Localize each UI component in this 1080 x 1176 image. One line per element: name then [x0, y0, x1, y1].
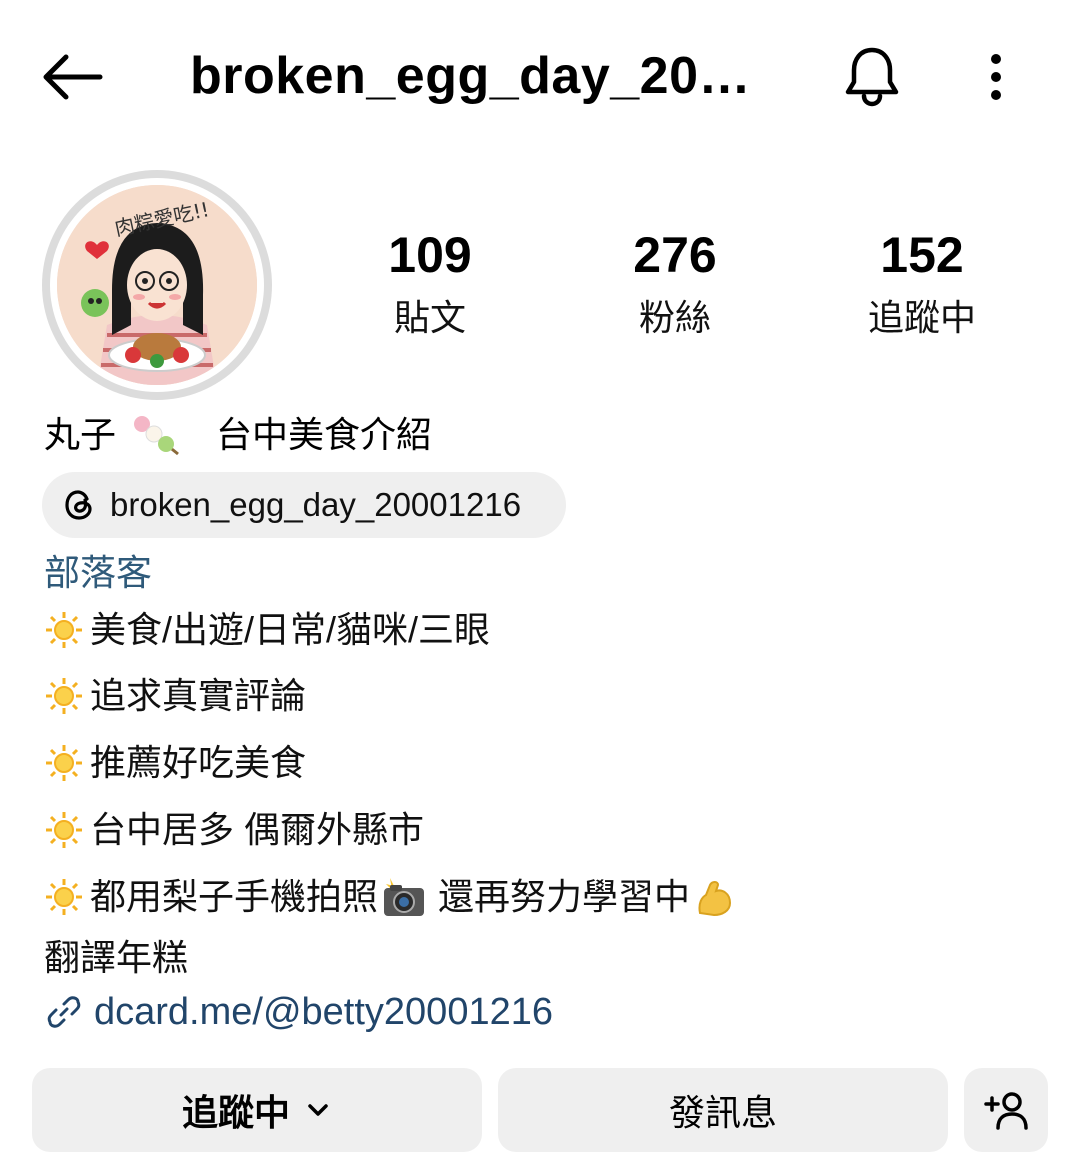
bio-text-3: 推薦好吃美食 — [90, 742, 307, 783]
followers-count: 276 — [633, 227, 717, 283]
stat-posts[interactable]: 109 貼文 — [330, 220, 530, 346]
following-button[interactable]: 追蹤中 — [32, 1068, 482, 1152]
flexed-biceps-emoji — [698, 881, 732, 917]
bio-line-3: 推薦好吃美食 — [44, 735, 306, 791]
sun-emoji — [46, 678, 82, 714]
bio-line-1: 美食/出遊/日常/貓咪/三眼 — [44, 602, 490, 658]
chevron-down-icon — [308, 1104, 328, 1116]
posts-label: 貼文 — [393, 297, 466, 338]
profile-avatar[interactable]: 肉粽愛吃!! — [42, 170, 272, 400]
more-vertical-icon — [991, 54, 1001, 100]
link-icon — [47, 996, 81, 1028]
back-button[interactable] — [40, 44, 106, 110]
profile-link[interactable]: dcard.me/@betty20001216 — [44, 984, 553, 1040]
following-label: 追蹤中 — [867, 297, 976, 338]
avatar-illustration: 肉粽愛吃!! — [57, 185, 257, 385]
threads-icon — [62, 487, 98, 523]
bio-extra-line: 翻譯年糕 — [44, 930, 188, 986]
sun-emoji — [46, 879, 82, 915]
profile-category: 部落客 — [44, 552, 153, 593]
profile-name: 丸子 — [44, 414, 117, 455]
threads-badge[interactable]: broken_egg_day_20001216 — [42, 472, 566, 538]
followers-label: 粉絲 — [638, 297, 711, 338]
profile-name-suffix: 台中美食介紹 — [216, 414, 433, 455]
camera-flash-emoji — [384, 878, 425, 916]
avatar-border: 肉粽愛吃!! — [50, 178, 264, 392]
more-options-button[interactable] — [966, 44, 1026, 110]
bio-text-4: 台中居多 偶爾外縣市 — [90, 809, 425, 850]
bio-text-6: 還再努力學習中 — [438, 876, 691, 917]
profile-link-text: dcard.me/@betty20001216 — [94, 991, 553, 1033]
bio-text-1: 美食/出遊/日常/貓咪/三眼 — [90, 609, 491, 650]
message-button[interactable]: 發訊息 — [498, 1068, 948, 1152]
bio-line-4: 台中居多 偶爾外縣市 — [44, 802, 424, 858]
top-bar: broken_egg_day_20… — [0, 0, 1080, 150]
avatar-image: 肉粽愛吃!! — [57, 185, 257, 385]
following-button-label: 追蹤中 — [181, 1092, 290, 1133]
add-user-icon — [984, 1092, 1028, 1130]
bio-line-2: 追求真實評論 — [44, 668, 306, 724]
back-arrow-icon — [43, 54, 103, 100]
sun-emoji — [46, 745, 82, 781]
sun-emoji — [46, 612, 82, 648]
following-count: 152 — [880, 227, 964, 283]
dango-emoji — [134, 416, 179, 456]
stat-following[interactable]: 152 追蹤中 — [822, 220, 1022, 346]
sun-emoji — [46, 812, 82, 848]
stat-followers[interactable]: 276 粉絲 — [575, 220, 775, 346]
profile-name-line: 丸子 台中美食介紹 — [44, 408, 432, 462]
bio-extra-text: 翻譯年糕 — [44, 937, 189, 978]
bell-icon — [845, 47, 899, 107]
posts-count: 109 — [388, 227, 472, 283]
suggest-users-button[interactable] — [964, 1068, 1048, 1152]
bio-line-5: 都用梨子手機拍照 還再努力學習中 — [44, 869, 734, 925]
bio-text-2: 追求真實評論 — [90, 675, 307, 716]
threads-handle: broken_egg_day_20001216 — [110, 486, 522, 523]
bio-text-5: 都用梨子手機拍照 — [90, 876, 379, 917]
notifications-button[interactable] — [836, 40, 908, 112]
page-title: broken_egg_day_20… — [190, 47, 752, 105]
message-button-label: 發訊息 — [668, 1092, 777, 1133]
